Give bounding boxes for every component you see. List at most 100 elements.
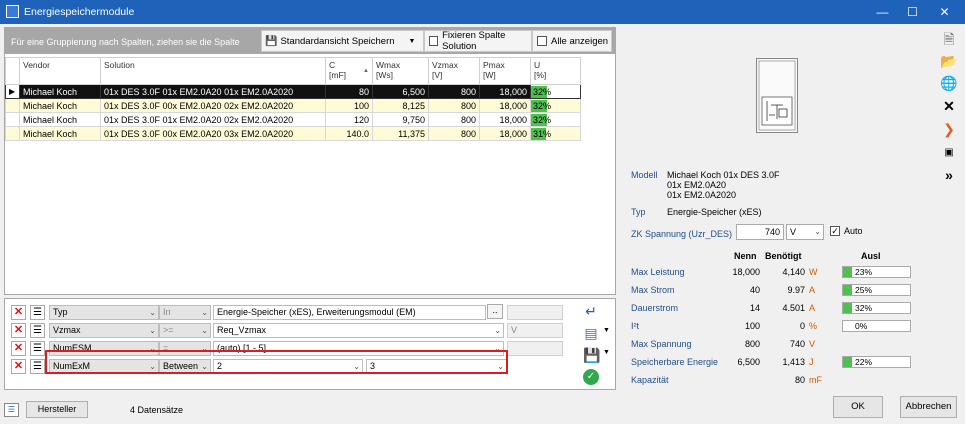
row-indicator-header	[5, 57, 20, 85]
utilization-text: 31%	[533, 128, 552, 139]
delete-icon[interactable]: ✕	[940, 97, 958, 115]
filter-operator-select[interactable]: >= ⌄	[159, 323, 211, 338]
show-all-checkbox[interactable]: Alle anzeigen	[532, 30, 612, 52]
cancel-button[interactable]: Abbrechen	[900, 396, 957, 418]
detail-benoetigt: 740	[789, 339, 805, 349]
filter-menu-icon[interactable]: ☰	[30, 305, 45, 320]
column-header-vzmax[interactable]: Vzmax [V]	[428, 57, 480, 85]
zk-voltage-input[interactable]: 740	[736, 224, 784, 240]
detail-nenn: 40	[749, 285, 760, 295]
chevron-down-icon[interactable]: ▼	[603, 327, 610, 334]
table-row[interactable]: Michael Koch 01x DES 3.0F 00x EM2.0A20 02…	[5, 98, 581, 113]
add-filter-icon[interactable]: ▤	[583, 325, 599, 341]
column-header-wmax[interactable]: Wmax [Ws]	[372, 57, 429, 85]
group-hint: Für eine Gruppierung nach Spalten, ziehe…	[11, 37, 240, 47]
column-header-u[interactable]: U [%]	[530, 57, 581, 85]
checkbox-icon	[429, 36, 439, 46]
save-view-button[interactable]: 💾 Standardansicht Speichern ▼	[261, 30, 424, 52]
globe-search-icon[interactable]: 🌐	[940, 74, 958, 92]
chevron-down-icon: ⌄	[201, 326, 208, 335]
typ-value: Energie-Speicher (xES)	[667, 207, 762, 217]
delete-filter-icon[interactable]: ✕	[11, 359, 26, 374]
cell-c: 80	[325, 84, 373, 99]
column-header-pmax[interactable]: Pmax [W]	[479, 57, 531, 85]
utilization-fill	[843, 267, 852, 277]
chevron-down-icon[interactable]: ▼	[603, 349, 610, 356]
cell-c: 100	[325, 98, 373, 113]
tool-icon[interactable]: ❯	[940, 120, 958, 138]
cell-u: 32%	[530, 84, 581, 99]
cell-pmax: 18,000	[479, 112, 531, 127]
detail-benoetigt: 0	[799, 321, 805, 331]
modell-line-2: 01x EM2.0A20	[667, 180, 727, 190]
table-row[interactable]: ▶ Michael Koch 01x DES 3.0F 01x EM2.0A20 0…	[5, 84, 581, 99]
maximize-button[interactable]: ☐	[896, 0, 929, 24]
detail-unit: mF	[809, 375, 822, 385]
save-view-label: Standardansicht Speichern	[280, 35, 395, 47]
minimize-button[interactable]: —	[866, 0, 899, 24]
expand-icon[interactable]: »	[940, 166, 958, 184]
utilization-text: 32%	[533, 86, 552, 97]
table-row[interactable]: Michael Koch 01x DES 3.0F 01x EM2.0A20 02…	[5, 112, 581, 127]
filter-value-input[interactable]: Req_Vzmax ⌄	[213, 323, 504, 338]
column-header-solution[interactable]: Solution	[100, 57, 326, 85]
detail-benoetigt: 9.97	[787, 285, 805, 295]
browse-button[interactable]: ..	[487, 304, 503, 319]
detail-nenn: 100	[744, 321, 760, 331]
ok-button[interactable]: OK	[833, 396, 883, 418]
cell-c: 140.0	[325, 126, 373, 141]
cell-solution: 01x DES 3.0F 01x EM2.0A20 02x EM2.0A2020	[100, 112, 326, 127]
filter-value2-input[interactable]	[507, 341, 563, 356]
app-icon	[6, 5, 19, 18]
filter-field-select[interactable]: Typ ⌄	[49, 305, 159, 320]
delete-filter-icon[interactable]: ✕	[11, 305, 26, 320]
save-filter-icon[interactable]: 💾	[583, 347, 600, 363]
stop-icon[interactable]: ▣	[940, 144, 958, 162]
detail-benoetigt: 80	[794, 375, 805, 385]
cell-wmax: 11,375	[372, 126, 429, 141]
open-folder-icon[interactable]: 📂	[940, 52, 958, 70]
filter-value2-input[interactable]: V	[507, 323, 563, 338]
filter-value-input[interactable]: Energie-Speicher (xES), Erweiterungsmodu…	[213, 305, 486, 320]
zk-unit-value: V	[790, 227, 797, 237]
checkbox-icon	[537, 36, 547, 46]
table-row[interactable]: Michael Koch 01x DES 3.0F 00x EM2.0A20 03…	[5, 126, 581, 141]
show-all-label: Alle anzeigen	[551, 35, 609, 47]
detail-unit: V	[809, 339, 816, 349]
filter-operator-select[interactable]: In ⌄	[159, 305, 211, 320]
fix-column-checkbox[interactable]: Fixieren Spalte Solution	[424, 30, 532, 52]
row-indicator	[5, 126, 20, 141]
filter-field-select[interactable]: Vzmax ⌄	[49, 323, 159, 338]
confirm-check-icon[interactable]: ✓	[583, 369, 599, 385]
utilization-text: 32%	[533, 100, 552, 111]
filter-row: ✕ ☰ Typ ⌄ In ⌄ Energie-Speicher (xES), Erweite…	[9, 305, 569, 320]
filter-menu-icon[interactable]: ☰	[30, 323, 45, 338]
filter-value-text: Energie-Speicher (xES), Erweiterungsmodu…	[217, 307, 416, 317]
column-header-c[interactable]: C [mF] ▲	[325, 57, 373, 85]
hersteller-button[interactable]: Hersteller	[26, 401, 88, 418]
detail-unit: A	[809, 285, 816, 295]
cell-u: 32%	[530, 112, 581, 127]
zk-unit-select[interactable]: V ⌄	[786, 224, 824, 240]
delete-filter-icon[interactable]: ✕	[11, 341, 26, 356]
filter-menu-icon[interactable]: ☰	[30, 341, 45, 356]
detail-benoetigt: 1,413	[782, 357, 805, 367]
cell-vendor: Michael Koch	[19, 126, 101, 141]
cell-vzmax: 800	[428, 98, 480, 113]
list-view-icon[interactable]: ☰	[4, 403, 19, 417]
cell-solution: 01x DES 3.0F 00x EM2.0A20 03x EM2.0A2020	[100, 126, 326, 141]
filter-value2-text: V	[511, 325, 518, 335]
column-header-vendor[interactable]: Vendor	[19, 57, 101, 85]
detail-label: Max Spannung	[631, 339, 692, 349]
new-document-icon[interactable]: 🗎	[940, 30, 958, 48]
delete-filter-icon[interactable]: ✕	[11, 323, 26, 338]
filter-value-text: Req_Vzmax	[217, 325, 267, 335]
filter-row: ✕ ☰ Vzmax ⌄ >= ⌄ Req_Vzmax ⌄ V	[9, 323, 569, 338]
apply-filter-icon[interactable]: ↵	[583, 303, 599, 319]
title-bar: Energiespeichermodule — ☐ ✕	[0, 0, 965, 24]
filter-value2-input[interactable]	[507, 305, 563, 320]
filter-menu-icon[interactable]: ☰	[30, 359, 45, 374]
close-button[interactable]: ✕	[928, 0, 961, 24]
cell-pmax: 18,000	[479, 98, 531, 113]
auto-checkbox[interactable]: ✓ Auto	[830, 226, 863, 236]
